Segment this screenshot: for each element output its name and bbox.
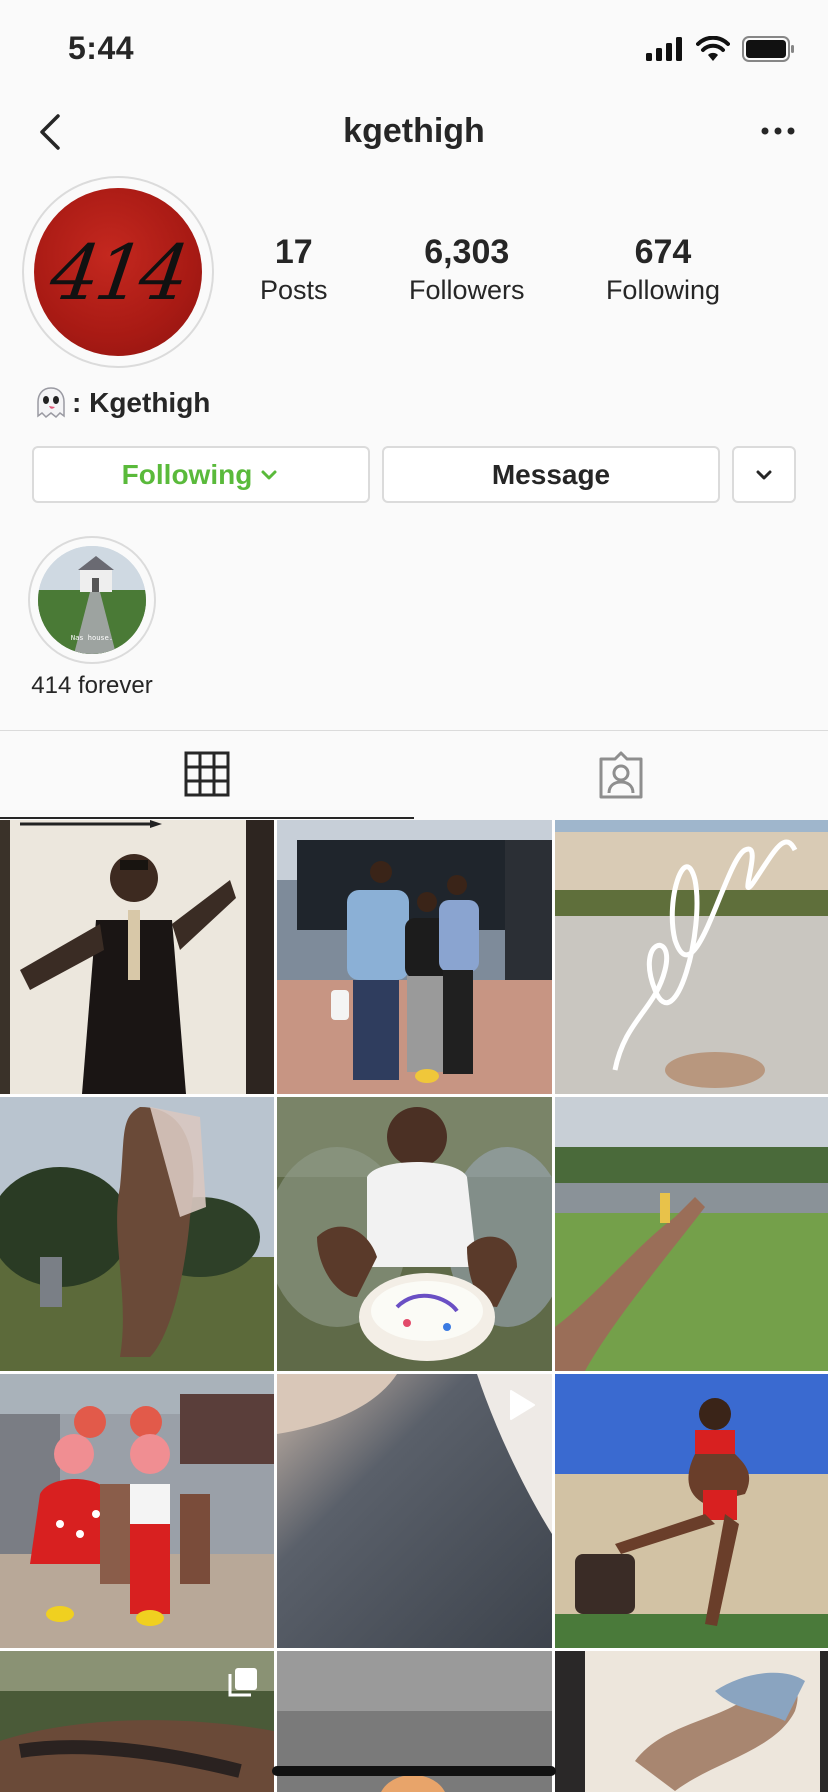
profile-tabs [0,730,828,820]
status-time: 5:44 [68,30,135,66]
ghost-emoji-icon [37,387,65,419]
message-button-label: Message [491,458,611,490]
grid-icon [184,751,230,797]
status-icons [646,36,796,62]
battery-icon [742,36,794,62]
highlight-image: Nas house. [38,546,146,654]
stat-followers-value: 6,303 [424,233,510,271]
bio-text: : Kgethigh [72,387,211,418]
signal-icon [646,37,682,61]
post-tile[interactable] [555,820,828,1094]
stat-following-value: 674 [634,233,692,271]
tab-tagged[interactable] [414,731,828,819]
stat-posts-value: 17 [274,233,313,271]
top-nav: kgethigh [0,96,828,168]
highlight-caption: Nas house. [71,634,113,642]
post-tile[interactable] [555,1651,828,1792]
tagged-person-icon [599,751,643,799]
post-tile[interactable] [277,1374,552,1648]
profile-avatar[interactable]: 414 [22,176,214,368]
message-button[interactable]: Message [382,446,720,503]
suggested-accounts-button[interactable] [732,446,796,503]
avatar-image: 414 [34,188,202,356]
wifi-icon [696,36,730,61]
post-tile[interactable] [277,1097,552,1371]
video-badge-icon [510,1390,535,1420]
profile-username: kgethigh [343,112,485,150]
post-tile[interactable] [0,1374,274,1648]
avatar-text: 414 [45,228,191,317]
post-tile[interactable] [0,1651,274,1792]
post-tile[interactable] [0,820,274,1094]
post-tile[interactable] [277,820,552,1094]
chevron-down-icon [261,470,277,479]
following-button[interactable]: Following [32,446,370,503]
ellipsis-icon [761,127,795,135]
chevron-down-icon [756,470,772,479]
post-tile[interactable] [0,1097,274,1371]
carousel-badge-icon [228,1668,257,1697]
more-options-button[interactable] [760,116,796,146]
highlight-label: 414 forever [31,672,153,699]
stat-followers[interactable]: 6,303 Followers [409,232,525,308]
home-indicator[interactable] [272,1766,556,1776]
stat-posts-label: Posts [260,275,328,305]
story-highlight[interactable]: Nas house. [28,536,156,664]
stat-following-label: Following [605,275,720,305]
profile-bio: : Kgethigh [34,386,210,420]
status-bar: 5:44 [0,0,828,96]
profile-stats: 17 Posts 6,303 Followers 674 Following [260,232,720,308]
post-tile[interactable] [555,1374,828,1648]
stat-followers-label: Followers [408,275,525,305]
posts-grid [0,820,828,1792]
post-tile[interactable] [555,1097,828,1371]
stat-posts[interactable]: 17 Posts [260,232,328,308]
following-button-label: Following [121,458,253,490]
stat-following[interactable]: 674 Following [606,232,720,308]
tab-grid[interactable] [0,731,414,819]
